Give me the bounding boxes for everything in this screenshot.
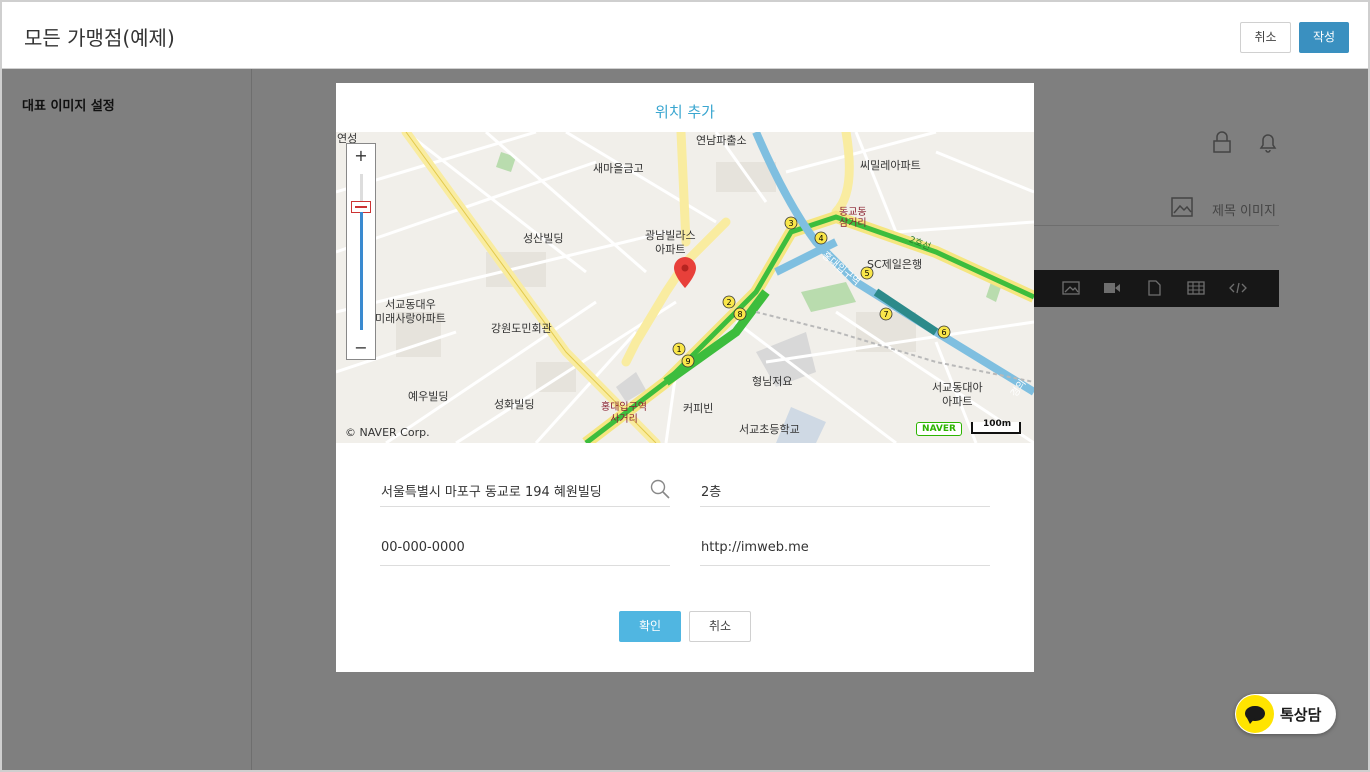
map-label-coffee-bean: 커피빈 [683, 402, 714, 415]
add-location-modal: 위치 추가 3 4 5 7 6 2 8 1 9 연남파출소 새마을금고 씨밀레아… [336, 83, 1034, 672]
map-label-donggyo-samgeori: 동교동 삼거리 [839, 207, 867, 229]
map-label-hongdae-samgeori: 홍대입구역 사거리 [601, 402, 647, 425]
address-field[interactable]: 서울특별시 마포구 동교로 194 혜원빌딩 [380, 475, 670, 507]
svg-text:9: 9 [685, 357, 690, 366]
map-label-seogyo-daea: 서교동대아 아파트 [932, 381, 983, 408]
kakao-icon [1236, 695, 1274, 733]
map-label-saemaeul: 새마을금고 [593, 162, 644, 175]
map-view[interactable]: 3 4 5 7 6 2 8 1 9 연남파출소 새마을금고 씨밀레아파트 동교동… [336, 132, 1034, 443]
search-icon[interactable] [650, 479, 670, 499]
map-label-seongsan: 성산빌딩 [523, 232, 564, 245]
map-label-sc-bank: SC제일은행 [867, 258, 923, 271]
svg-text:2: 2 [726, 298, 731, 307]
address-value: 서울특별시 마포구 동교로 194 혜원빌딩 [381, 485, 602, 500]
header-cancel-button[interactable]: 취소 [1240, 22, 1291, 53]
map-label-hyeongnim: 형님저요 [752, 375, 793, 388]
zoom-control: + − [346, 143, 376, 360]
scale-label: 100m [983, 419, 1012, 429]
zoom-in-button[interactable]: + [347, 146, 375, 165]
map-copyright: © NAVER Corp. [345, 426, 430, 439]
map-label-yewoo: 예우빌딩 [408, 390, 449, 403]
top-bar: 모든 가맹점(예제) 취소 작성 [0, 0, 1370, 69]
map-label-gangwon: 강원도민회관 [491, 322, 552, 335]
header-write-button[interactable]: 작성 [1299, 22, 1349, 53]
svg-text:6: 6 [941, 328, 946, 337]
confirm-button[interactable]: 확인 [619, 611, 681, 642]
cancel-button[interactable]: 취소 [689, 611, 751, 642]
modal-title: 위치 추가 [655, 103, 715, 121]
map-label-seogyo-mirae: 서교동대우 미래사랑아파트 [375, 298, 446, 325]
svg-text:8: 8 [737, 310, 742, 319]
kakao-chat-label: 톡상담 [1280, 706, 1322, 724]
address-detail-value: 2층 [701, 485, 722, 500]
kakao-chat-button[interactable]: 톡상담 [1235, 694, 1336, 734]
map-label-yeonnam: 연남파출소 [696, 134, 747, 147]
phone-field[interactable]: 00-000-0000 [380, 534, 670, 566]
map-label-seonghwa: 성화빌딩 [494, 398, 535, 411]
website-field[interactable]: http://imweb.me [700, 534, 990, 566]
map-label-seogyo-school: 서교초등학교 [739, 423, 800, 436]
address-detail-field[interactable]: 2층 [700, 475, 990, 507]
phone-value: 00-000-0000 [381, 540, 465, 555]
map-label-ssimil: 씨밀레아파트 [860, 159, 921, 172]
svg-text:1: 1 [676, 345, 681, 354]
zoom-out-button[interactable]: − [347, 338, 375, 357]
svg-text:7: 7 [883, 310, 888, 319]
naver-logo: NAVER [916, 422, 962, 436]
page-title: 모든 가맹점(예제) [24, 26, 175, 50]
map-label-gwangnam: 광남빌라스 아파트 [645, 229, 696, 256]
zoom-track[interactable] [360, 212, 363, 330]
svg-text:3: 3 [788, 219, 793, 228]
svg-text:4: 4 [818, 234, 823, 243]
website-value: http://imweb.me [701, 540, 809, 555]
